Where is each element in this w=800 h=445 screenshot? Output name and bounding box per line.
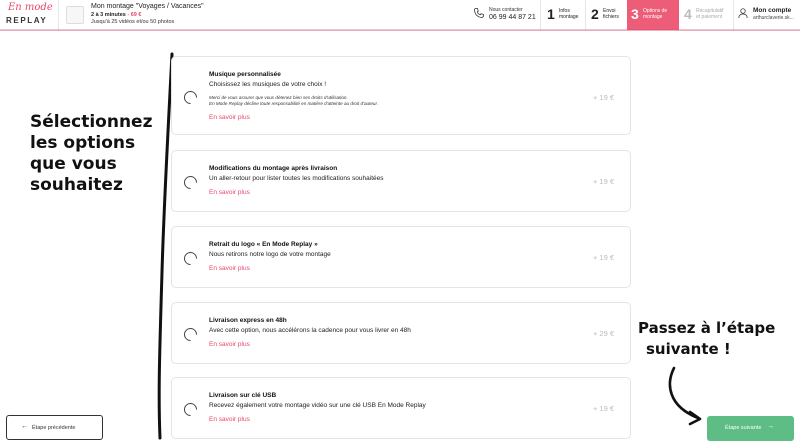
step-3-options-montage[interactable]: 3 Options de montage [627, 0, 679, 30]
option-title: Livraison sur clé USB [209, 392, 277, 399]
step-number: 3 [631, 6, 639, 22]
instruction-next-step: Passez à l’étape suivante ! [638, 319, 776, 358]
option-description: Un aller-retour pour lister toutes les m… [209, 175, 384, 182]
next-step-label: Étape suivante [725, 425, 762, 431]
step-label: Infos montage [559, 8, 579, 20]
instruction-select-options: Sélectionnez les options que vous souhai… [30, 112, 153, 195]
phone-icon [474, 8, 484, 18]
option-radio[interactable] [181, 249, 200, 268]
contact-phone[interactable]: 06 99 44 87 21 [489, 14, 536, 21]
contact-label: Nous contacter [489, 7, 523, 13]
option-title: Livraison express en 48h [209, 317, 287, 324]
project-duration: 2 à 3 minutes [91, 12, 126, 18]
step-label: Envoi fichiers [603, 8, 619, 20]
logo-word: REPLAY [6, 16, 48, 25]
option-title: Modifications du montage après livraison [209, 165, 338, 172]
learn-more-link[interactable]: En savoir plus [209, 189, 250, 196]
project-title: Mon montage "Voyages / Vacances" [91, 3, 204, 10]
header-accent-line [0, 29, 800, 31]
option-radio[interactable] [181, 173, 200, 192]
step-2-envoi-fichiers[interactable]: 2 Envoi fichiers [587, 0, 627, 30]
brand-logo[interactable]: En mode REPLAY [6, 2, 56, 27]
top-header: En mode REPLAY Mon montage "Voyages / Va… [0, 0, 800, 31]
step-number: 1 [547, 6, 555, 22]
option-note: Merci de vous assurer que vous détenez b… [209, 95, 379, 106]
project-summary: Mon montage "Voyages / Vacances" 2 à 3 m… [91, 3, 204, 25]
option-description: Choisissez les musiques de votre choix ! [209, 81, 327, 88]
account-email: arthurclaverie.sk... [753, 15, 794, 21]
divider [58, 0, 59, 30]
option-price: + 19 € [592, 404, 614, 413]
step-4-recapitulatif: 4 Récapitulatif et paiement [680, 0, 732, 30]
divider [540, 0, 541, 30]
project-price: - 69 € [127, 12, 142, 18]
step-label: Options de montage [643, 8, 668, 20]
option-radio[interactable] [181, 325, 200, 344]
arrow-left-icon: ← [21, 423, 28, 430]
option-price: + 19 € [592, 253, 614, 262]
step-number: 4 [684, 6, 692, 22]
option-title: Retrait du logo « En Mode Replay » [209, 241, 318, 248]
next-step-button[interactable]: Étape suivante → [707, 416, 794, 441]
learn-more-link[interactable]: En savoir plus [209, 341, 250, 348]
logo-script: En mode [8, 2, 53, 13]
previous-step-button[interactable]: ← Étape précédente [6, 415, 103, 440]
account-menu[interactable]: Mon compte arthurclaverie.sk... [735, 0, 800, 30]
project-duration-line: 2 à 3 minutes - 69 € [91, 12, 204, 18]
step-label: Récapitulatif et paiement [696, 8, 724, 20]
option-price: + 19 € [592, 93, 614, 102]
option-card-musique[interactable]: Musique personnalisée Choisissez les mus… [171, 56, 631, 135]
arrow-right-icon: → [767, 423, 774, 430]
option-price: + 29 € [592, 329, 614, 338]
account-title: Mon compte [753, 7, 792, 14]
divider [733, 0, 734, 30]
user-icon [738, 8, 748, 19]
option-card-livraison-express[interactable]: Livraison express en 48h Avec cette opti… [171, 302, 631, 364]
learn-more-link[interactable]: En savoir plus [209, 114, 250, 121]
option-card-cle-usb[interactable]: Livraison sur clé USB Recevez également … [171, 377, 631, 439]
option-card-retrait-logo[interactable]: Retrait du logo « En Mode Replay » Nous … [171, 226, 631, 288]
contact-block[interactable]: Nous contacter 06 99 44 87 21 [470, 0, 540, 30]
previous-step-label: Étape précédente [32, 425, 76, 431]
project-limit: Jusqu'à 25 vidéos et/ou 50 photos [91, 19, 175, 25]
project-thumbnail [66, 6, 84, 24]
divider [585, 0, 586, 30]
option-card-modifications[interactable]: Modifications du montage après livraison… [171, 150, 631, 212]
option-title: Musique personnalisée [209, 71, 281, 78]
option-radio[interactable] [181, 400, 200, 419]
step-1-infos-montage[interactable]: 1 Infos montage [543, 0, 583, 30]
option-description: Nous retirons notre logo de votre montag… [209, 251, 331, 258]
option-price: + 19 € [592, 177, 614, 186]
learn-more-link[interactable]: En savoir plus [209, 265, 250, 272]
step-number: 2 [591, 6, 599, 22]
option-description: Avec cette option, nous accélérons la ca… [209, 327, 411, 334]
option-description: Recevez également votre montage vidéo su… [209, 402, 426, 409]
annotation-arrow-icon [668, 366, 702, 426]
learn-more-link[interactable]: En savoir plus [209, 416, 250, 423]
option-radio[interactable] [181, 88, 200, 107]
